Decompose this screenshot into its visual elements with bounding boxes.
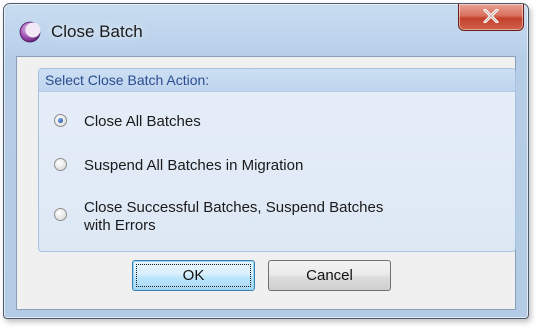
dialog-window: Close Batch Select Close Batch Action: C… [3,3,529,319]
window-close-button[interactable] [458,4,524,31]
title-bar[interactable]: Close Batch [4,4,528,56]
close-x-icon [483,9,499,23]
dialog-client-area: Select Close Batch Action: Close All Bat… [16,56,516,310]
groupbox-title: Select Close Batch Action: [45,72,210,88]
radio-close-all[interactable] [54,114,67,127]
ok-button-label: OK [182,267,205,284]
moon-crescent-icon [19,21,41,43]
radio-suspend-all[interactable] [54,158,67,171]
radio-label-close-successful-line1[interactable]: Close Successful Batches, Suspend Batche… [84,199,383,217]
groupbox-header: Select Close Batch Action: [39,69,515,92]
ok-button[interactable]: OK [132,260,255,291]
window-title: Close Batch [51,22,143,41]
action-groupbox: Select Close Batch Action: Close All Bat… [38,68,516,252]
radio-label-suspend-all[interactable]: Suspend All Batches in Migration [84,157,303,175]
radio-label-close-successful-line2[interactable]: with Errors [84,217,156,235]
cancel-button-label: Cancel [306,267,353,284]
cancel-button[interactable]: Cancel [268,260,391,291]
radio-label-close-all[interactable]: Close All Batches [84,113,201,131]
radio-close-successful[interactable] [54,208,67,221]
